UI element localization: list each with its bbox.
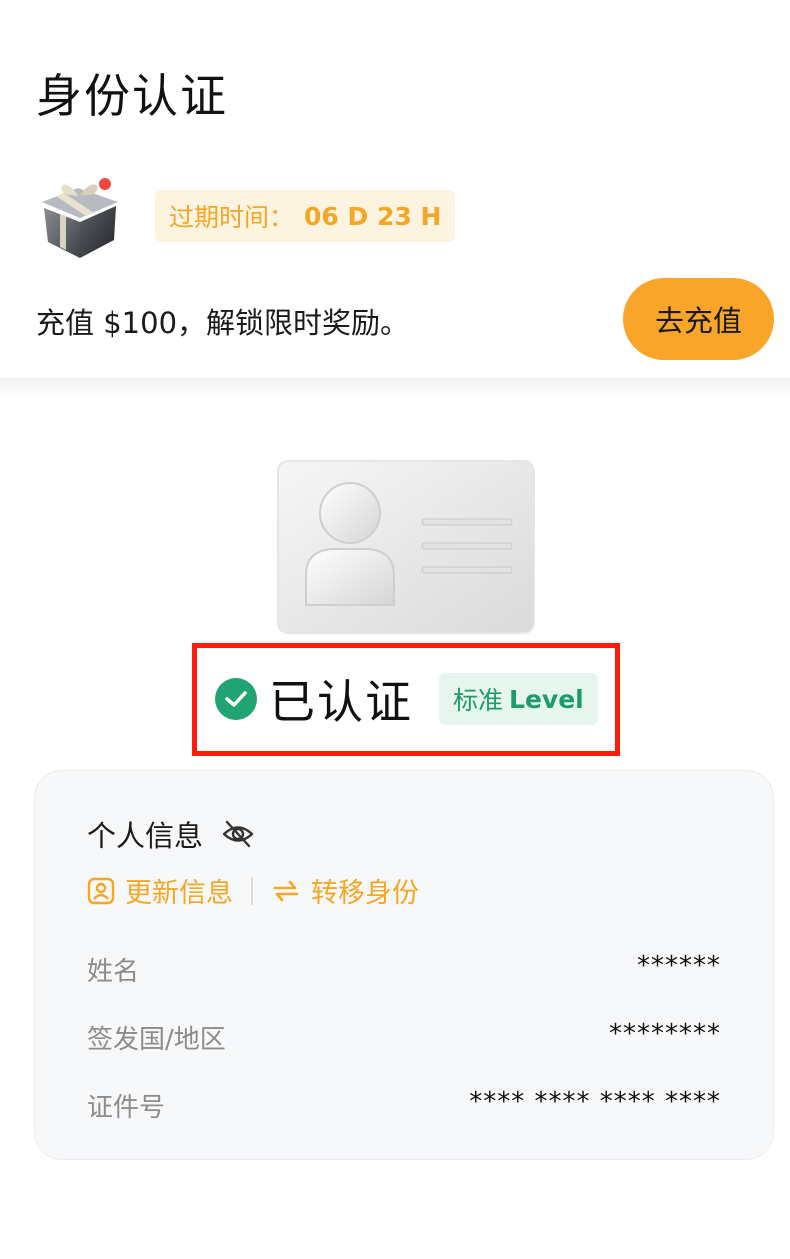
info-label: 姓名 [87,957,140,987]
transfer-identity-button[interactable]: 转移身份 [271,871,419,910]
level-badge: 标准 Level [439,673,598,725]
recharge-button[interactable]: 去充值 [623,278,774,360]
info-row-name: 姓名 ****** [87,951,721,988]
info-label: 签发国/地区 [87,1025,226,1055]
page-title: 身份认证 [36,69,228,123]
info-row-id-number: 证件号 **** **** **** **** [87,1087,721,1124]
personal-info-title: 个人信息 [87,819,204,853]
gift-icon [42,178,118,258]
profile-card-icon [87,877,115,904]
action-divider [251,876,253,905]
transfer-identity-label: 转移身份 [311,878,419,909]
update-info-button[interactable]: 更新信息 [87,871,233,910]
section-divider [0,378,790,398]
id-card-icon [277,460,535,634]
info-value: ****** [637,951,721,981]
expiry-value: 06 D 23 H [304,201,442,231]
info-value: **** **** **** **** [469,1087,721,1117]
expiry-badge: 过期时间： 06 D 23 H [155,190,456,242]
check-circle-icon [215,678,257,720]
info-value: ******** [609,1019,721,1049]
info-actions: 更新信息 转移身份 [87,871,419,910]
verification-status: 已认证 标准 Level [215,668,598,730]
level-prefix: 标准 [453,686,504,715]
info-row-country: 签发国/地区 ******** [87,1019,721,1056]
promo-description: 充值 $100，解锁限时奖励。 [36,306,410,340]
update-info-label: 更新信息 [125,878,233,909]
swap-icon [273,880,299,901]
personal-info-header: 个人信息 [87,813,255,855]
verified-status-text: 已认证 [269,675,413,729]
personal-info-card: 个人信息 更新信息 转移身份 姓名 ****** 签发国/地区 ********… [34,770,774,1160]
info-label: 证件号 [87,1093,166,1123]
level-value: Level [509,684,584,714]
expiry-label: 过期时间： [169,203,295,232]
eye-off-icon[interactable] [221,819,255,849]
